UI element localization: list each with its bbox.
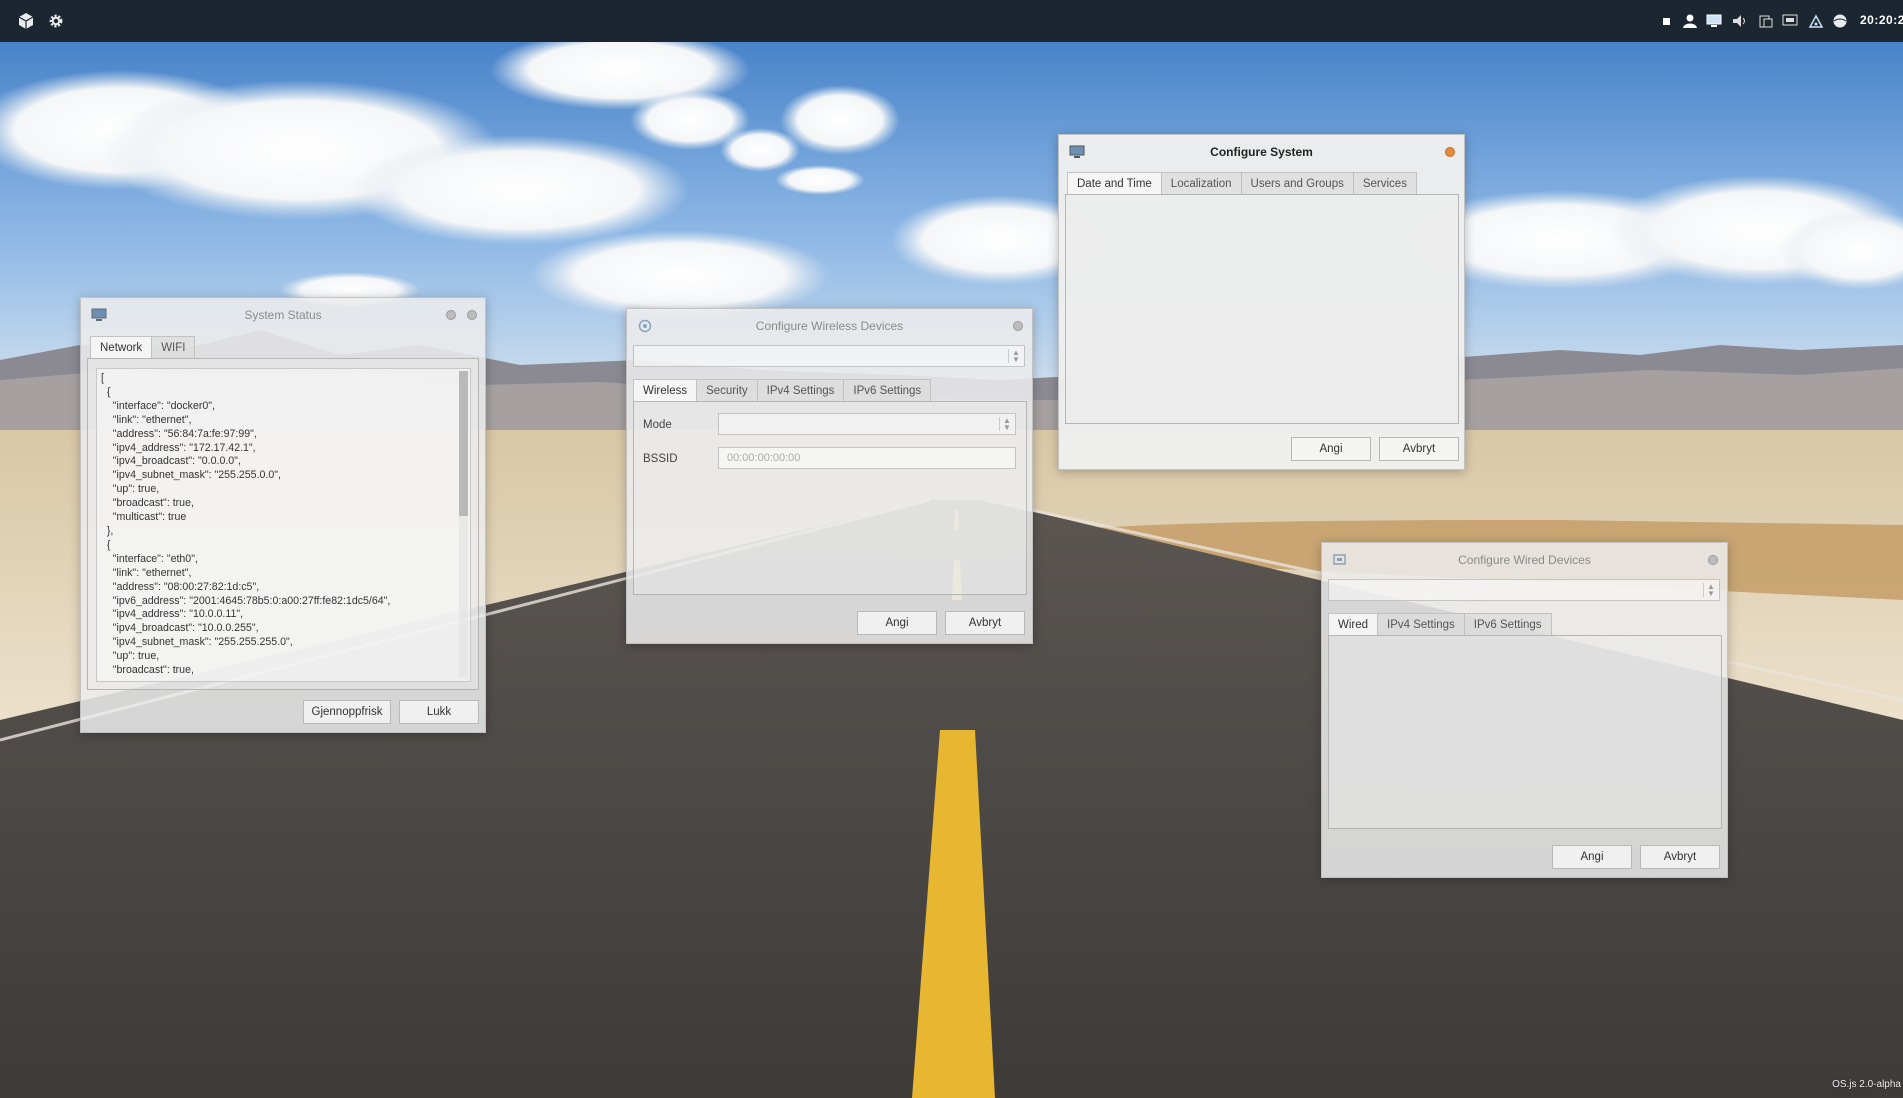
apply-button[interactable]: Angi (857, 611, 937, 635)
device-select[interactable]: ▲ ▼ (633, 345, 1025, 367)
tab-wired[interactable]: Wired (1328, 613, 1379, 636)
window-titlebar[interactable]: Configure Wired Devices (1322, 543, 1727, 577)
window-titlebar[interactable]: Configure System (1059, 135, 1464, 169)
wireless-devices-window: Configure Wireless Devices ▲ ▼ Wireless S… (626, 308, 1033, 644)
refresh-button[interactable]: Gjennoppfrisk (303, 700, 391, 724)
bssid-label: BSSID (643, 453, 678, 465)
select-arrows-icon: ▲ ▼ (1703, 583, 1715, 598)
scrollbar-thumb[interactable] (459, 371, 468, 516)
window-title: Configure System (1210, 145, 1313, 159)
close-window-button[interactable]: Lukk (399, 700, 479, 724)
tab-users-and-groups[interactable]: Users and Groups (1240, 172, 1354, 195)
tab-date-and-time[interactable]: Date and Time (1067, 172, 1162, 195)
tab-localization[interactable]: Localization (1160, 172, 1242, 195)
tab-ipv6-settings[interactable]: IPv6 Settings (1463, 613, 1552, 636)
mode-select[interactable]: ▲ ▼ (718, 413, 1016, 435)
tab-ipv6-settings[interactable]: IPv6 Settings (843, 379, 932, 402)
cancel-button[interactable]: Avbryt (945, 611, 1025, 635)
window-title: Configure Wired Devices (1458, 553, 1591, 567)
clock[interactable]: 20:20:2 (1860, 13, 1903, 27)
window-titlebar[interactable]: System Status (81, 298, 485, 332)
tab-bar: Date and Time Localization Users and Gro… (1067, 172, 1417, 195)
tab-panel (1065, 194, 1459, 424)
apply-button[interactable]: Angi (1552, 845, 1632, 869)
wireless-icon[interactable] (1808, 14, 1824, 28)
scrollbar[interactable] (459, 371, 468, 677)
close-button[interactable] (1708, 555, 1718, 565)
app-menu-icon[interactable] (16, 11, 36, 31)
gear-icon[interactable] (46, 11, 66, 31)
tab-panel (1328, 635, 1722, 829)
tab-wireless[interactable]: Wireless (633, 379, 698, 402)
network-json-text: [ { "interface": "docker0", "link": "eth… (101, 372, 391, 677)
close-button[interactable] (1013, 321, 1023, 331)
version-watermark: OS.js 2.0-alpha (1832, 1079, 1901, 1090)
user-icon[interactable] (1682, 14, 1698, 28)
tab-ipv4-settings[interactable]: IPv4 Settings (1377, 613, 1465, 636)
globe-icon[interactable] (1832, 14, 1848, 28)
device-select[interactable]: ▲ ▼ (1328, 579, 1720, 601)
tab-network[interactable]: Network (90, 336, 153, 359)
top-panel: 20:20:2 (0, 0, 1903, 42)
display-icon[interactable] (1706, 14, 1722, 28)
files-icon[interactable] (1758, 14, 1774, 28)
cancel-button[interactable]: Avbryt (1640, 845, 1720, 869)
tab-bar: Wired IPv4 Settings IPv6 Settings (1328, 613, 1552, 636)
close-button[interactable] (1445, 147, 1455, 157)
tab-services[interactable]: Services (1352, 172, 1417, 195)
select-arrows-icon: ▲ ▼ (1008, 349, 1020, 364)
apply-button[interactable]: Angi (1291, 437, 1371, 461)
tab-security[interactable]: Security (696, 379, 758, 402)
tab-bar: Network WIFI (90, 336, 196, 359)
volume-icon[interactable] (1732, 14, 1748, 28)
tab-ipv4-settings[interactable]: IPv4 Settings (756, 379, 845, 402)
json-textarea[interactable]: [ { "interface": "docker0", "link": "eth… (96, 368, 471, 682)
minimize-button[interactable] (446, 310, 456, 320)
configure-system-window: Configure System Date and Time Localizat… (1058, 134, 1465, 470)
window-titlebar[interactable]: Configure Wireless Devices (627, 309, 1032, 343)
wired-devices-window: Configure Wired Devices ▲ ▼ Wired IPv4 Se… (1321, 542, 1728, 878)
cancel-button[interactable]: Avbryt (1379, 437, 1459, 461)
bssid-input[interactable] (718, 447, 1016, 469)
system-status-window: System Status Network WIFI [ { "interfac… (80, 297, 486, 733)
mode-label: Mode (643, 419, 672, 431)
tab-wifi[interactable]: WIFI (151, 336, 196, 359)
network-icon[interactable] (1782, 14, 1798, 28)
window-title: Configure Wireless Devices (755, 319, 904, 333)
tab-bar: Wireless Security IPv4 Settings IPv6 Set… (633, 379, 932, 402)
select-arrows-icon: ▲ ▼ (999, 417, 1011, 432)
close-button[interactable] (467, 310, 477, 320)
window-title: System Status (244, 308, 322, 322)
notification-icon[interactable] (1658, 14, 1674, 28)
